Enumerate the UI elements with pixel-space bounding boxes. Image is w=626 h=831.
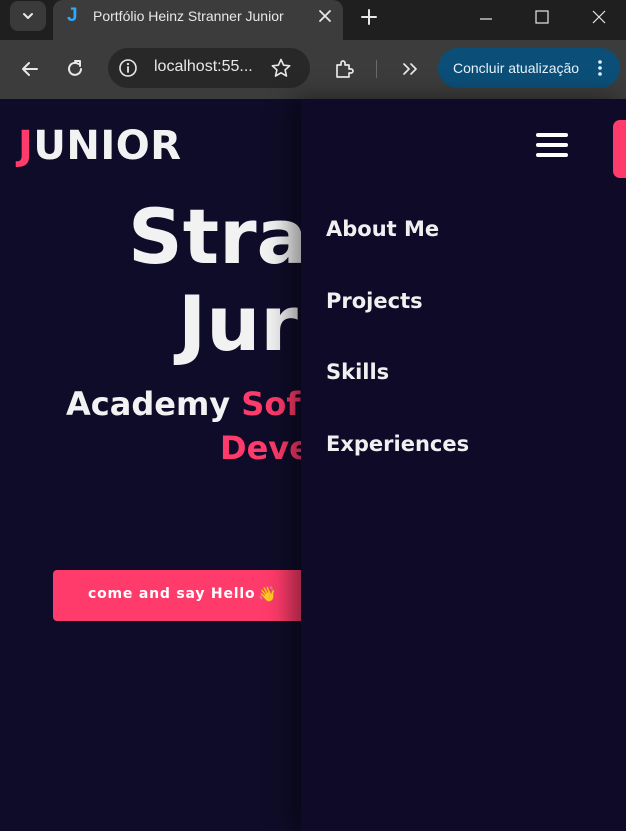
browser-toolbar: localhost:55... Concluir atualização <box>0 40 626 99</box>
nav-drawer: About Me Projects Skills Experiences <box>301 99 626 831</box>
minimize-icon[interactable] <box>466 4 506 30</box>
hamburger-bar <box>536 143 568 147</box>
info-icon[interactable] <box>118 58 138 78</box>
hero-role-line-2: Deve <box>220 429 311 467</box>
update-browser-button[interactable]: Concluir atualização <box>438 48 620 88</box>
tab-search-button[interactable] <box>10 1 46 31</box>
hamburger-menu-icon[interactable] <box>536 133 570 157</box>
site-favicon-icon: J <box>67 5 78 26</box>
menu-item-experiences[interactable]: Experiences <box>326 432 469 456</box>
active-tab[interactable]: J Portfólio Heinz Stranner Junior <box>53 0 343 40</box>
star-icon[interactable] <box>270 57 292 79</box>
browser-tab-strip: J Portfólio Heinz Stranner Junior <box>0 0 626 40</box>
menu-item-skills[interactable]: Skills <box>326 360 389 384</box>
say-hello-label: come and say Hello <box>88 586 256 602</box>
url-text[interactable]: localhost:55... <box>154 58 253 76</box>
update-button-label: Concluir atualização <box>453 60 580 76</box>
hero-name-line-1: Stra <box>128 192 308 281</box>
kebab-icon[interactable] <box>594 58 606 78</box>
tab-title: Portfólio Heinz Stranner Junior <box>93 8 284 24</box>
menu-item-projects[interactable]: Projects <box>326 289 423 313</box>
arrow-left-icon[interactable] <box>18 57 42 81</box>
address-bar[interactable]: localhost:55... <box>108 48 310 88</box>
hero-role-line-1: Academy Softv <box>66 385 336 423</box>
puzzle-icon[interactable] <box>332 57 356 81</box>
plus-icon[interactable] <box>356 4 382 30</box>
double-chevron-right-icon[interactable] <box>398 57 422 81</box>
toolbar-divider <box>376 60 377 78</box>
hamburger-bar <box>536 153 568 157</box>
reload-icon[interactable] <box>63 57 87 81</box>
hero-role-white-text: Academy <box>66 385 242 423</box>
hamburger-bar <box>536 133 568 137</box>
chevron-down-icon <box>23 13 33 19</box>
close-icon[interactable] <box>315 6 335 26</box>
window-close-icon[interactable] <box>579 4 619 30</box>
menu-item-about-me[interactable]: About Me <box>326 217 439 241</box>
scrollbar-thumb[interactable] <box>613 120 626 178</box>
waving-hand-icon: 👋 <box>258 585 277 603</box>
maximize-icon[interactable] <box>522 4 562 30</box>
page-header <box>0 99 626 199</box>
hero-name-line-2: Jur <box>178 279 298 368</box>
